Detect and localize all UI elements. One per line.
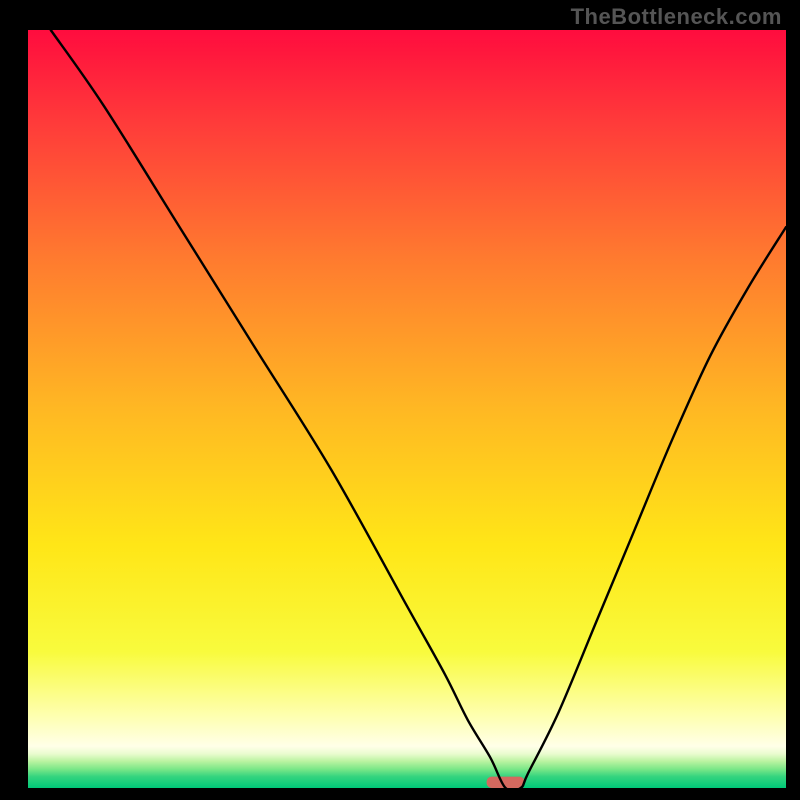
plot-background: [28, 30, 786, 788]
chart-svg: [0, 0, 800, 800]
bottleneck-chart: TheBottleneck.com: [0, 0, 800, 800]
watermark-text: TheBottleneck.com: [571, 4, 782, 30]
